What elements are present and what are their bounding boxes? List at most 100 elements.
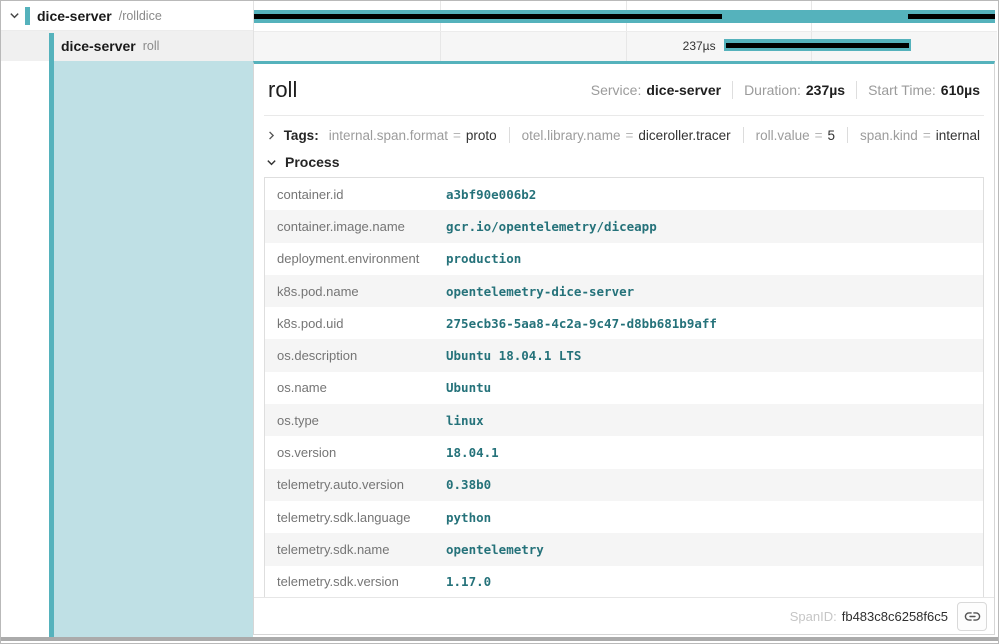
table-row: telemetry.sdk.language python bbox=[265, 501, 983, 533]
service-value: dice-server bbox=[646, 82, 721, 98]
service-color-bar bbox=[49, 61, 54, 637]
selected-span-highlight bbox=[1, 61, 253, 637]
collapse-chevron-down-icon[interactable] bbox=[5, 10, 23, 21]
start-time-value: 610µs bbox=[941, 82, 980, 98]
spanid-label: SpanID: bbox=[790, 609, 837, 624]
tag-divider bbox=[743, 127, 744, 143]
tag-divider bbox=[847, 127, 848, 143]
process-value: Ubuntu bbox=[446, 380, 491, 395]
process-key: k8s.pod.name bbox=[265, 284, 446, 299]
service-color-block bbox=[25, 7, 30, 25]
span-row-roll[interactable]: dice-server roll bbox=[1, 31, 253, 61]
process-value: 275ecb36-5aa8-4c2a-9c47-d8bb681b9aff bbox=[446, 316, 717, 331]
tag-value: 5 bbox=[828, 128, 836, 143]
service-label: Service: bbox=[591, 82, 642, 98]
self-time-segment bbox=[254, 14, 722, 19]
table-row: container.image.name gcr.io/opentelemetr… bbox=[265, 210, 983, 242]
summary-divider bbox=[732, 81, 733, 99]
span-detail-footer: SpanID: fb483c8c6258f6c5 bbox=[254, 597, 994, 634]
process-key: os.description bbox=[265, 348, 446, 363]
span-duration-label: 237µs bbox=[683, 39, 716, 53]
process-key: telemetry.auto.version bbox=[265, 477, 446, 492]
table-row: telemetry.sdk.version 1.17.0 bbox=[265, 566, 983, 598]
table-row: telemetry.sdk.name opentelemetry bbox=[265, 533, 983, 565]
tag-item: otel.library.name = diceroller.tracer bbox=[522, 128, 731, 143]
process-key: telemetry.sdk.version bbox=[265, 574, 446, 589]
link-icon bbox=[964, 608, 981, 625]
chevron-right-icon bbox=[266, 130, 277, 141]
tag-key: span.kind bbox=[860, 128, 918, 143]
bottom-scroll-strip[interactable] bbox=[1, 637, 998, 641]
process-value: Ubuntu 18.04.1 LTS bbox=[446, 348, 581, 363]
span-detail-card: roll Service: dice-server Duration: 237µ… bbox=[253, 61, 995, 635]
process-value: linux bbox=[446, 413, 484, 428]
self-time-segment bbox=[908, 14, 995, 19]
summary-divider bbox=[856, 81, 857, 99]
process-value: opentelemetry-dice-server bbox=[446, 284, 634, 299]
process-value: gcr.io/opentelemetry/diceapp bbox=[446, 219, 657, 234]
chevron-down-icon bbox=[266, 157, 277, 168]
process-key: telemetry.sdk.name bbox=[265, 542, 446, 557]
service-color-bar bbox=[49, 33, 54, 61]
process-value: python bbox=[446, 510, 491, 525]
tag-item: roll.value = 5 bbox=[756, 128, 835, 143]
tags-heading: Tags: bbox=[284, 128, 319, 143]
copy-link-button[interactable] bbox=[957, 602, 987, 631]
process-key: os.type bbox=[265, 413, 446, 428]
process-value: 1.17.0 bbox=[446, 574, 491, 589]
process-key: deployment.environment bbox=[265, 251, 446, 266]
table-row: os.description Ubuntu 18.04.1 LTS bbox=[265, 339, 983, 371]
tag-value: internal bbox=[936, 128, 980, 143]
table-row: os.type linux bbox=[265, 404, 983, 436]
process-value: production bbox=[446, 251, 521, 266]
tag-equals: = bbox=[625, 128, 633, 143]
self-time-segment bbox=[726, 43, 909, 48]
process-key: os.name bbox=[265, 380, 446, 395]
timeline-pane: 237µs bbox=[253, 1, 997, 61]
process-key: k8s.pod.uid bbox=[265, 316, 446, 331]
tag-divider bbox=[509, 127, 510, 143]
process-heading: Process bbox=[285, 154, 339, 170]
tag-equals: = bbox=[453, 128, 461, 143]
process-key: container.image.name bbox=[265, 219, 446, 234]
span-bar-rolldice[interactable] bbox=[254, 10, 995, 23]
tag-equals: = bbox=[923, 128, 931, 143]
process-section-toggle[interactable]: Process bbox=[254, 148, 994, 174]
span-detail-header: roll Service: dice-server Duration: 237µ… bbox=[254, 64, 994, 110]
tag-value: diceroller.tracer bbox=[638, 128, 730, 143]
jaeger-span-detail-view: dice-server /rolldice dice-server roll 2… bbox=[0, 0, 999, 644]
service-name: dice-server bbox=[37, 8, 112, 24]
table-row: deployment.environment production bbox=[265, 243, 983, 275]
tag-key: roll.value bbox=[756, 128, 810, 143]
span-tree-pane: dice-server /rolldice dice-server roll bbox=[1, 1, 253, 637]
duration-label: Duration: bbox=[744, 82, 801, 98]
process-value: 18.04.1 bbox=[446, 445, 499, 460]
span-bar-roll[interactable] bbox=[724, 39, 911, 51]
tag-item: internal.span.format = proto bbox=[329, 128, 497, 143]
spanid-value: fb483c8c6258f6c5 bbox=[842, 609, 948, 624]
table-row: k8s.pod.uid 275ecb36-5aa8-4c2a-9c47-d8bb… bbox=[265, 307, 983, 339]
operation-name: roll bbox=[143, 39, 160, 53]
tag-key: internal.span.format bbox=[329, 128, 448, 143]
span-row-rolldice[interactable]: dice-server /rolldice bbox=[1, 1, 253, 31]
timeline-row-divider bbox=[254, 31, 997, 32]
service-name: dice-server bbox=[61, 38, 136, 54]
tag-key: otel.library.name bbox=[522, 128, 621, 143]
process-key-value-table: container.id a3bf90e006b2 container.imag… bbox=[264, 177, 984, 599]
duration-value: 237µs bbox=[806, 82, 845, 98]
process-key: os.version bbox=[265, 445, 446, 460]
process-value: a3bf90e006b2 bbox=[446, 187, 536, 202]
tag-item: span.kind = internal bbox=[860, 128, 980, 143]
table-row: k8s.pod.name opentelemetry-dice-server bbox=[265, 275, 983, 307]
table-row: container.id a3bf90e006b2 bbox=[265, 178, 983, 210]
span-summary: Service: dice-server Duration: 237µs Sta… bbox=[591, 81, 980, 99]
span-title: roll bbox=[268, 77, 297, 103]
process-value: opentelemetry bbox=[446, 542, 544, 557]
operation-name: /rolldice bbox=[119, 9, 162, 23]
selected-span-highlight-fill bbox=[54, 61, 253, 637]
tags-section-toggle[interactable]: Tags: internal.span.format = proto otel.… bbox=[254, 116, 994, 148]
process-value: 0.38b0 bbox=[446, 477, 491, 492]
tag-value: proto bbox=[466, 128, 497, 143]
tag-equals: = bbox=[815, 128, 823, 143]
start-time-label: Start Time: bbox=[868, 82, 936, 98]
